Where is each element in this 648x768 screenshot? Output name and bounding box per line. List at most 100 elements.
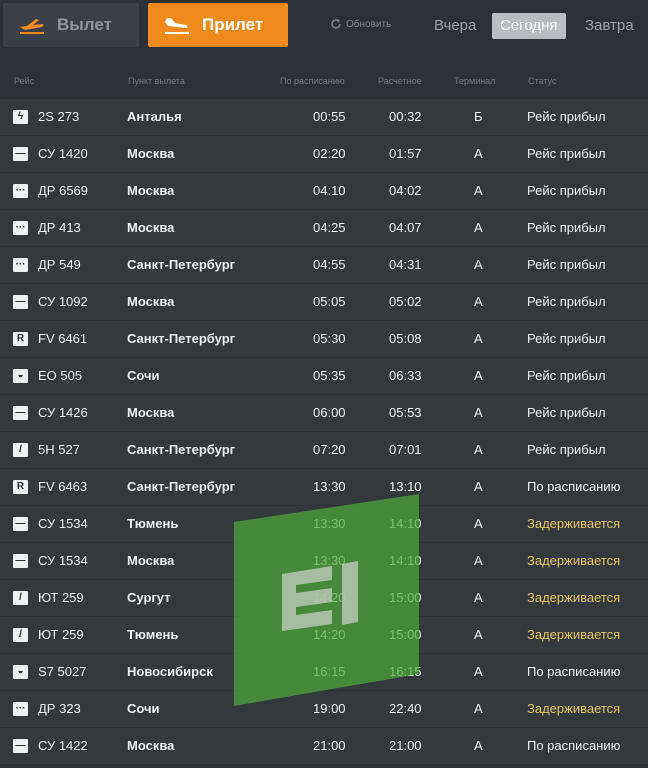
scheduled-time: 04:10 [313, 183, 346, 198]
flight-number: СУ 1420 [38, 146, 88, 161]
table-row[interactable]: ··· ДР 413 Москва 04:25 04:07 А Рейс прибыл [0, 210, 648, 246]
flight-status: Рейс прибыл [527, 183, 606, 198]
origin-city: Сочи [127, 368, 160, 383]
origin-city: Санкт-Петербург [127, 442, 236, 457]
scheduled-time: 00:55 [313, 109, 346, 124]
table-row[interactable]: — СУ 1422 Москва 21:00 21:00 А По расписанию [0, 728, 648, 764]
terminal: А [474, 405, 483, 420]
table-row[interactable]: ◒ S7 5027 Новосибирск 16:15 16:15 А По расписа… [0, 654, 648, 690]
flight-status: Рейс прибыл [527, 368, 606, 383]
table-row[interactable]: R FV 6463 Санкт-Петербург 13:30 13:10 А По рас… [0, 469, 648, 505]
origin-city: Санкт-Петербург [127, 479, 236, 494]
terminal: А [474, 590, 483, 605]
scheduled-time: 02:20 [313, 146, 346, 161]
table-row[interactable]: — СУ 1420 Москва 02:20 01:57 А Рейс прибыл [0, 136, 648, 172]
flight-status: По расписанию [527, 479, 621, 494]
dots-logo-icon: ··· [13, 221, 28, 235]
table-row[interactable]: — СУ 1092 Москва 05:05 05:02 А Рейс прибыл [0, 284, 648, 320]
estimated-time: 05:53 [389, 405, 422, 420]
scheduled-time: 04:25 [313, 220, 346, 235]
flight-status: Рейс прибыл [527, 442, 606, 457]
day-tomorrow[interactable]: Завтра [577, 13, 642, 39]
table-row[interactable]: / ЮТ 259 Тюмень 14:20 15:00 А Задерживается [0, 617, 648, 653]
terminal: А [474, 294, 483, 309]
table-row[interactable]: ϟ 2S 273 Анталья 00:55 00:32 Б Рейс прибыл [0, 99, 648, 135]
origin-city: Москва [127, 146, 175, 161]
flight-status: Рейс прибыл [527, 405, 606, 420]
estimated-time: 04:31 [389, 257, 422, 272]
circle-logo-icon: ◒ [13, 369, 28, 383]
r-logo-icon: R [13, 480, 28, 494]
flight-status: Рейс прибыл [527, 294, 606, 309]
stripe-logo-icon: — [13, 739, 28, 753]
flight-number: СУ 1534 [38, 516, 88, 531]
table-row[interactable]: ··· ДР 549 Санкт-Петербург 04:55 04:31 А Рейс … [0, 247, 648, 283]
stripe-logo-icon: — [13, 517, 28, 531]
scheduled-time: 19:00 [313, 701, 346, 716]
day-today[interactable]: Сегодня [492, 13, 566, 39]
stripe-logo-icon: — [13, 147, 28, 161]
terminal: А [474, 368, 483, 383]
dots-logo-icon: ··· [13, 702, 28, 716]
origin-city: Санкт-Петербург [127, 257, 236, 272]
scheduled-time: 13:30 [313, 479, 346, 494]
scheduled-time: 06:00 [313, 405, 346, 420]
flight-number: FV 6461 [38, 331, 88, 346]
table-header: Рейс Пункт вылета По расписанию Расчетно… [0, 70, 648, 92]
tab-departures[interactable]: Вылет [3, 3, 139, 47]
table-row[interactable]: — СУ 1426 Москва 06:00 05:53 А Рейс прибыл [0, 395, 648, 431]
scheduled-time: 13:30 [313, 516, 346, 531]
flight-number: ДР 413 [38, 220, 81, 235]
tab-arrivals-label: Прилет [202, 15, 264, 34]
dots-logo-icon: ··· [13, 258, 28, 272]
table-row[interactable]: — СУ 1534 Москва 13:30 14:10 А Задерживается [0, 543, 648, 579]
table-row[interactable]: — СУ 1534 Тюмень 13:30 14:10 А Задерживается [0, 506, 648, 542]
table-row[interactable]: R FV 6461 Санкт-Петербург 05:30 05:08 А Рейс п… [0, 321, 648, 357]
terminal: А [474, 146, 483, 161]
estimated-time: 15:00 [389, 590, 422, 605]
stripe-logo-icon: — [13, 406, 28, 420]
header-status: Статус [528, 76, 557, 86]
scheduled-time: 21:00 [313, 738, 346, 753]
terminal: А [474, 627, 483, 642]
table-row[interactable]: ··· ДР 6569 Москва 04:10 04:02 А Рейс прибыл [0, 173, 648, 209]
estimated-time: 00:32 [389, 109, 422, 124]
refresh-button[interactable]: Обновить [330, 18, 391, 30]
terminal: А [474, 257, 483, 272]
flight-number: ДР 323 [38, 701, 81, 716]
stripe-logo-icon: — [13, 295, 28, 309]
table-row[interactable]: / ЮТ 259 Сургут 14:20 15:00 А Задерживается [0, 580, 648, 616]
tab-arrivals[interactable]: Прилет [148, 3, 288, 47]
scheduled-time: 05:30 [313, 331, 346, 346]
circle-logo-icon: ◒ [13, 665, 28, 679]
tab-departures-label: Вылет [57, 15, 112, 34]
scheduled-time: 05:05 [313, 294, 346, 309]
header-flight: Рейс [14, 76, 35, 86]
terminal: А [474, 516, 483, 531]
origin-city: Санкт-Петербург [127, 331, 236, 346]
flight-status: Рейс прибыл [527, 220, 606, 235]
flight-status: По расписанию [527, 664, 621, 679]
plane-landing-icon [165, 18, 189, 34]
flight-status: Задерживается [527, 516, 621, 531]
scheduled-time: 13:30 [313, 553, 346, 568]
r-logo-icon: R [13, 332, 28, 346]
header-estimated: Расчетное [378, 76, 422, 86]
stripe-logo-icon: — [13, 554, 28, 568]
day-yesterday[interactable]: Вчера [426, 13, 484, 39]
origin-city: Тюмень [127, 627, 179, 642]
flight-status: Задерживается [527, 553, 621, 568]
estimated-time: 13:10 [389, 479, 422, 494]
flight-number: FV 6463 [38, 479, 88, 494]
terminal: А [474, 442, 483, 457]
table-row[interactable]: ◒ EO 505 Сочи 05:35 06:33 А Рейс прибыл [0, 358, 648, 394]
scheduled-time: 14:20 [313, 627, 346, 642]
flight-status: Задерживается [527, 701, 621, 716]
origin-city: Москва [127, 553, 175, 568]
origin-city: Сочи [127, 701, 160, 716]
plane-takeoff-icon [20, 19, 44, 34]
table-row[interactable]: ··· ДР 323 Сочи 19:00 22:40 А Задерживается [0, 691, 648, 727]
table-row[interactable]: / 5Н 527 Санкт-Петербург 07:20 07:01 А Рейс пр… [0, 432, 648, 468]
scheduled-time: 04:55 [313, 257, 346, 272]
terminal: А [474, 553, 483, 568]
